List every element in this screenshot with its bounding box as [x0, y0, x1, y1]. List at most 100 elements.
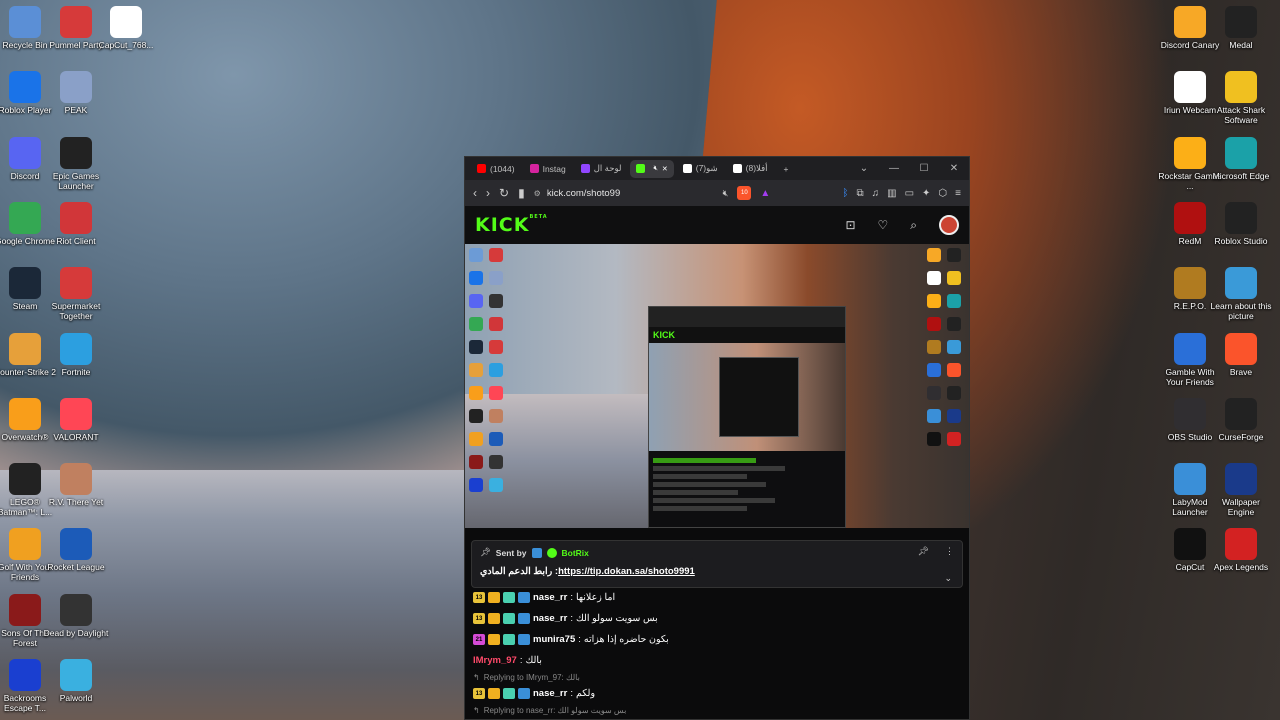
url-field[interactable]: ⚙ kick.com/shoto99 [534, 188, 714, 199]
tab-title: (7)شو [695, 163, 718, 173]
tab-search-icon[interactable]: ⌄ [849, 163, 879, 174]
pin-icon: 📌︎ [480, 547, 491, 557]
bot-username[interactable]: BotRix [562, 548, 589, 558]
desktop-shortcut[interactable]: Apex Legends [1208, 528, 1274, 572]
new-tab-button[interactable]: + [778, 160, 795, 178]
kick-beta-badge: BETA [529, 214, 548, 220]
chat-username[interactable]: munira75 [533, 634, 575, 645]
bluetooth-icon[interactable]: ᛒ [842, 188, 848, 199]
menu-icon[interactable]: ≡ [955, 188, 961, 199]
pinned-link[interactable]: https://tip.dokan.sa/shoto9991 [558, 566, 695, 577]
pummel-party-icon [60, 6, 92, 38]
unpin-icon[interactable]: 📌︎ [918, 546, 929, 557]
gift-badge-icon [503, 688, 515, 699]
following-heart-icon[interactable]: ♡ [878, 218, 889, 232]
mute-icon[interactable]: 🔇︎ [723, 188, 729, 199]
music-icon[interactable]: ♫ [872, 188, 880, 199]
desktop-shortcut[interactable]: Supermarket Together [43, 267, 109, 321]
desktop-shortcut[interactable]: Medal [1208, 6, 1274, 50]
maximize-button[interactable]: ☐ [909, 163, 939, 174]
forward-icon[interactable]: › [486, 186, 490, 200]
desktop-shortcut[interactable]: Riot Client [43, 201, 109, 246]
obs-icon [1174, 397, 1206, 430]
vpn-icon[interactable]: ⬡ [938, 188, 947, 199]
brave-shield-icon[interactable]: 10 [737, 186, 752, 200]
extensions-icon[interactable]: ⧉ [856, 188, 863, 199]
stream-desktop-icons-left2 [489, 248, 503, 492]
avatar[interactable] [939, 215, 959, 235]
desktop-shortcut[interactable]: Brave [1208, 332, 1274, 377]
desktop-shortcut[interactable]: Rocket League [43, 528, 109, 572]
bookmark-icon[interactable]: ▮ [518, 186, 525, 200]
desktop-shortcut[interactable]: Epic Games Launcher [43, 136, 109, 191]
toolbar-extensions: ᛒ ⧉ ♫ ▥ ▭ ✦ ⬡ ≡ [842, 188, 961, 199]
reply-text: Replying to nase_rr: بس سويت سولو الك [483, 705, 627, 715]
brave-rewards-icon[interactable]: ▲ [760, 188, 770, 199]
desktop-shortcut[interactable]: Dead by Daylight [43, 593, 109, 638]
desktop-shortcut-label: Dead by Daylight [43, 627, 109, 638]
chat-message: IMrym_97: بالك [473, 650, 963, 671]
nested-kick-logo: KICK [653, 330, 675, 340]
wallet-icon[interactable]: ▭ [905, 188, 914, 199]
minimize-button[interactable]: — [879, 163, 909, 174]
stream-video[interactable]: KICK [465, 244, 969, 528]
desktop-shortcut[interactable]: Attack Shark Software [1208, 71, 1274, 125]
sidebar-icon[interactable]: ▥ [887, 188, 896, 199]
desktop-shortcut[interactable]: Microsoft Edge [1208, 136, 1274, 181]
desktop-shortcut[interactable]: Fortnite [43, 332, 109, 377]
browser-tab[interactable]: لوحة ال [575, 160, 628, 178]
reload-icon[interactable]: ↻ [499, 186, 509, 200]
desktop-shortcut-label: Supermarket Together [51, 301, 101, 322]
crown-badge-icon [488, 613, 500, 624]
chat-message: 13 nase_rr: ولكم [473, 683, 963, 704]
site-info-icon[interactable]: ⚙ [534, 189, 541, 198]
back-icon[interactable]: ‹ [473, 186, 477, 200]
search-icon[interactable]: ⌕ [910, 218, 917, 233]
desktop-shortcut[interactable]: R.V. There Yet [43, 463, 109, 507]
leo-ai-icon[interactable]: ✦ [922, 188, 930, 199]
tab-mute-icon[interactable]: 🔇︎ [653, 165, 657, 173]
kick-logo[interactable]: KICKBETA [475, 214, 548, 236]
browser-tab[interactable]: 🔇︎ ✕ [630, 159, 674, 178]
pinned-actions: 📌︎ ⋮ [918, 546, 954, 557]
desktop-shortcut[interactable]: Roblox Studio [1208, 201, 1274, 246]
medal-icon [1225, 6, 1257, 38]
browser-tab[interactable]: Instag [524, 160, 572, 178]
reply-indicator[interactable]: ↰ Replying to nase_rr: بس سويت سولو الك [473, 704, 963, 716]
chat-text: بس سويت سولو الك [575, 613, 658, 624]
desktop-shortcut[interactable]: CurseForge [1208, 397, 1274, 442]
chevron-down-icon[interactable]: ⌄ [944, 573, 952, 584]
chat-username[interactable]: nase_rr [533, 613, 567, 624]
desktop-shortcut[interactable]: VALORANT [43, 397, 109, 442]
tab-close-icon[interactable]: ✕ [662, 165, 668, 173]
browser-tab[interactable]: (7)شو [677, 160, 724, 178]
subscriber-level-badge: 21 [473, 634, 485, 645]
desktop-shortcut[interactable]: CapCut_768... [93, 6, 159, 50]
chat-username[interactable]: nase_rr [533, 592, 567, 603]
close-window-button[interactable]: ✕ [939, 163, 969, 174]
desktop-shortcut[interactable]: Palworld [43, 659, 109, 703]
chat-username[interactable]: IMrym_97 [473, 655, 517, 666]
youtube-icon [477, 164, 486, 173]
learn-picture-icon [1225, 267, 1257, 300]
discord-canary-icon [1174, 6, 1206, 38]
chat-username[interactable]: nase_rr [533, 688, 567, 699]
bot-badge-icon [518, 613, 530, 624]
palworld-icon [60, 659, 92, 691]
reply-indicator[interactable]: ↰ Replying to IMrym_97: بالك [473, 671, 963, 683]
rocket-league-icon [60, 528, 92, 561]
pinned-message-text: رابط الدعم المادي : [480, 566, 559, 577]
more-options-icon[interactable]: ⋮ [945, 546, 954, 557]
tiktok-icon [682, 164, 692, 173]
browse-icon[interactable]: ⊡ [845, 218, 855, 232]
rv-icon [60, 463, 92, 496]
chat-text: ولكم [575, 688, 596, 699]
attack-shark-icon [1225, 71, 1257, 104]
browser-tab[interactable]: (1044) [471, 160, 521, 178]
desktop-shortcut[interactable]: Wallpaper Engine [1208, 463, 1274, 517]
desktop-shortcut[interactable]: Learn about this picture [1208, 267, 1274, 321]
browser-tab[interactable]: (8)أفلا [727, 160, 774, 178]
chat-text: بكون حاضره إذا هزاته [583, 634, 669, 645]
desktop-shortcut[interactable]: PEAK [43, 71, 109, 115]
roblox-icon [9, 71, 41, 104]
